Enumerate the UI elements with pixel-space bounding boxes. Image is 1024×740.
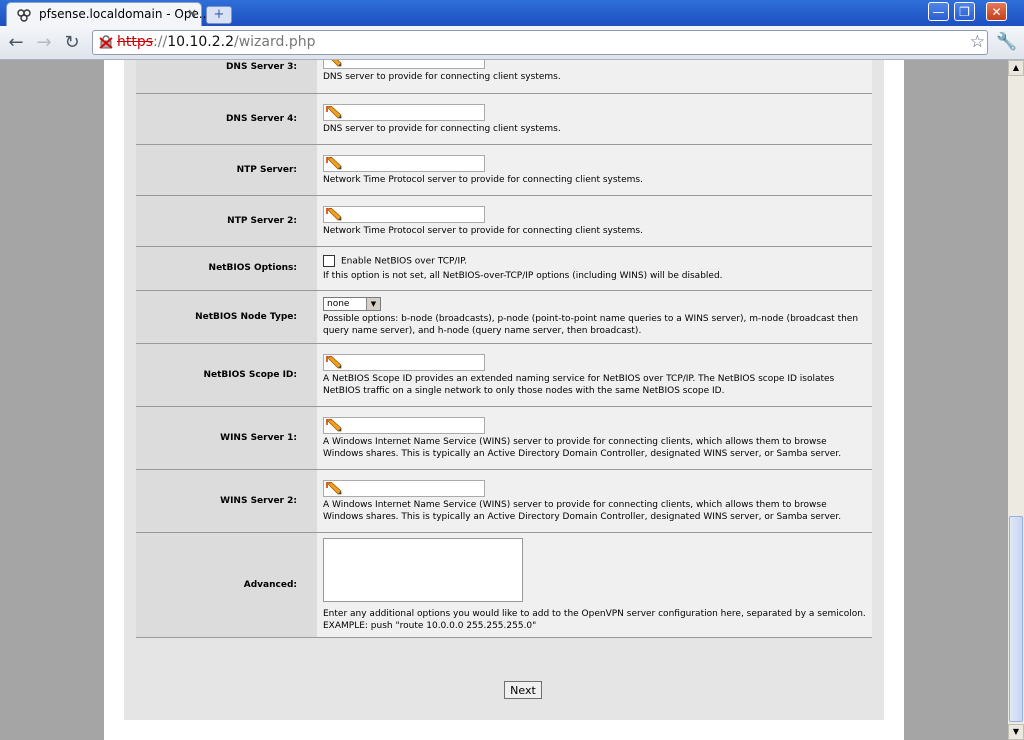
maximize-button[interactable]: ❐ bbox=[954, 2, 975, 21]
form-row-label: NTP Server 2: bbox=[136, 195, 317, 247]
url-separator: :// bbox=[153, 34, 168, 50]
advanced-textarea[interactable] bbox=[323, 538, 523, 602]
field-description: Network Time Protocol server to provide … bbox=[323, 174, 643, 185]
scroll-down-arrow-icon[interactable]: ▼ bbox=[1008, 724, 1024, 740]
form-row-label: WINS Server 2: bbox=[136, 469, 317, 533]
page-viewport: DNS Server 3: DNS server to provide for c… bbox=[0, 60, 1008, 740]
netbios-node-type-select[interactable]: none ▼ bbox=[323, 297, 381, 311]
wrench-icon[interactable]: 🔧 bbox=[996, 32, 1017, 52]
select-value: none bbox=[327, 299, 350, 309]
form-row-label: Advanced: bbox=[136, 532, 317, 638]
field-description: DNS server to provide for connecting cli… bbox=[323, 72, 561, 83]
chevron-down-icon: ▼ bbox=[366, 298, 380, 310]
page-container: DNS Server 3: DNS server to provide for c… bbox=[104, 60, 904, 740]
url-text: https://10.10.2.2/wizard.php bbox=[117, 34, 315, 50]
form-row-value: Network Time Protocol server to provide … bbox=[317, 195, 872, 247]
vertical-scrollbar[interactable]: ▲ ▼ bbox=[1008, 60, 1024, 740]
form-row-label: NTP Server: bbox=[136, 144, 317, 196]
pencil-icon bbox=[326, 418, 342, 431]
pencil-icon bbox=[326, 355, 342, 368]
form-row: NetBIOS Scope ID: A NetBIOS Scope ID prov… bbox=[136, 343, 872, 407]
form-row: WINS Server 1: A Windows Internet Name Se… bbox=[136, 406, 872, 470]
form-row-value: A NetBIOS Scope ID provides an extended … bbox=[317, 343, 872, 407]
new-tab-button[interactable]: + bbox=[206, 6, 232, 24]
form-row: NetBIOS Options: Enable NetBIOS over TCP/… bbox=[136, 246, 872, 291]
browser-tab[interactable]: pfsense.localdomain - Ope... × bbox=[6, 2, 210, 26]
form-row: WINS Server 2: A Windows Internet Name Se… bbox=[136, 469, 872, 533]
title-bar: pfsense.localdomain - Ope... × + — ❐ ✕ bbox=[0, 0, 1024, 26]
pencil-icon bbox=[326, 156, 342, 169]
broken-lock-icon bbox=[99, 35, 113, 49]
field-example: EXAMPLE: push "route 10.0.0.0 255.255.25… bbox=[323, 621, 537, 631]
checkbox-label: Enable NetBIOS over TCP/IP. bbox=[341, 256, 467, 267]
text-input[interactable] bbox=[323, 479, 485, 497]
close-window-button[interactable]: ✕ bbox=[986, 2, 1007, 21]
field-description: If this option is not set, all NetBIOS-o… bbox=[323, 271, 723, 282]
pencil-icon bbox=[326, 207, 342, 220]
form-row: DNS Server 3: DNS server to provide for c… bbox=[136, 60, 872, 94]
form-row-value: none ▼ Possible options: b-node (broadcast… bbox=[317, 290, 872, 344]
form-row: NetBIOS Node Type: none ▼ Possible options:… bbox=[136, 290, 872, 344]
browser-toolbar: ← → ↻ https://10.10.2.2/wizard.php ☆ 🔧 bbox=[0, 26, 1024, 60]
tab-close-icon[interactable]: × bbox=[187, 6, 197, 20]
forward-arrow-icon[interactable]: → bbox=[33, 32, 55, 54]
field-description: Enter any additional options you would l… bbox=[323, 609, 866, 619]
wizard-form-table: DNS Server 3: DNS server to provide for c… bbox=[136, 60, 872, 638]
pencil-icon bbox=[326, 60, 342, 67]
field-description: A Windows Internet Name Service (WINS) s… bbox=[323, 436, 842, 459]
form-row-label: WINS Server 1: bbox=[136, 406, 317, 470]
form-row-value: DNS server to provide for connecting cli… bbox=[317, 93, 872, 145]
enable-netbios-checkbox[interactable] bbox=[323, 254, 335, 267]
form-row: NTP Server 2: Network Time Protocol serve… bbox=[136, 195, 872, 247]
form-row-value: A Windows Internet Name Service (WINS) s… bbox=[317, 406, 872, 470]
url-path: /wizard.php bbox=[234, 34, 316, 50]
field-description: Network Time Protocol server to provide … bbox=[323, 225, 643, 236]
form-row-label: NetBIOS Options: bbox=[136, 246, 317, 291]
text-input[interactable] bbox=[323, 205, 485, 223]
form-row-label: NetBIOS Node Type: bbox=[136, 290, 317, 344]
minimize-button[interactable]: — bbox=[928, 2, 949, 21]
pfsense-favicon-icon bbox=[17, 9, 31, 22]
text-input[interactable] bbox=[323, 154, 485, 172]
form-row-value: Enable NetBIOS over TCP/IP. If this optio… bbox=[317, 246, 872, 291]
scroll-up-arrow-icon[interactable]: ▲ bbox=[1008, 60, 1024, 76]
form-row-value: Enter any additional options you would l… bbox=[317, 532, 872, 638]
field-description: Possible options: b-node (broadcasts), p… bbox=[323, 314, 859, 336]
wizard-content: DNS Server 3: DNS server to provide for c… bbox=[124, 60, 884, 720]
pencil-icon bbox=[326, 105, 342, 118]
form-row: DNS Server 4: DNS server to provide for c… bbox=[136, 93, 872, 145]
form-row-label: DNS Server 4: bbox=[136, 93, 317, 145]
address-bar[interactable]: https://10.10.2.2/wizard.php ☆ bbox=[92, 30, 988, 55]
form-row-label: NetBIOS Scope ID: bbox=[136, 343, 317, 407]
text-input[interactable] bbox=[323, 353, 485, 371]
form-row: Advanced: Enter any additional options yo… bbox=[136, 532, 872, 638]
text-input[interactable] bbox=[323, 416, 485, 434]
field-description: A Windows Internet Name Service (WINS) s… bbox=[323, 499, 842, 522]
tab-title: pfsense.localdomain - Ope... bbox=[39, 7, 211, 21]
url-host: 10.10.2.2 bbox=[167, 34, 234, 50]
back-arrow-icon[interactable]: ← bbox=[5, 32, 27, 54]
bookmark-star-icon[interactable]: ☆ bbox=[970, 32, 985, 52]
form-row-value: Network Time Protocol server to provide … bbox=[317, 144, 872, 196]
text-input[interactable] bbox=[323, 60, 485, 70]
reload-icon[interactable]: ↻ bbox=[61, 32, 83, 54]
scrollbar-thumb[interactable] bbox=[1009, 516, 1023, 722]
form-row: NTP Server: Network Time Protocol server … bbox=[136, 144, 872, 196]
form-row-value: A Windows Internet Name Service (WINS) s… bbox=[317, 469, 872, 533]
field-description: A NetBIOS Scope ID provides an extended … bbox=[323, 373, 835, 396]
text-input[interactable] bbox=[323, 103, 485, 121]
form-row-label: DNS Server 3: bbox=[136, 60, 317, 94]
url-protocol: https bbox=[117, 34, 154, 50]
pencil-icon bbox=[326, 481, 342, 494]
form-row-value: DNS server to provide for connecting cli… bbox=[317, 60, 872, 94]
field-description: DNS server to provide for connecting cli… bbox=[323, 123, 561, 134]
next-button[interactable]: Next bbox=[504, 681, 542, 699]
